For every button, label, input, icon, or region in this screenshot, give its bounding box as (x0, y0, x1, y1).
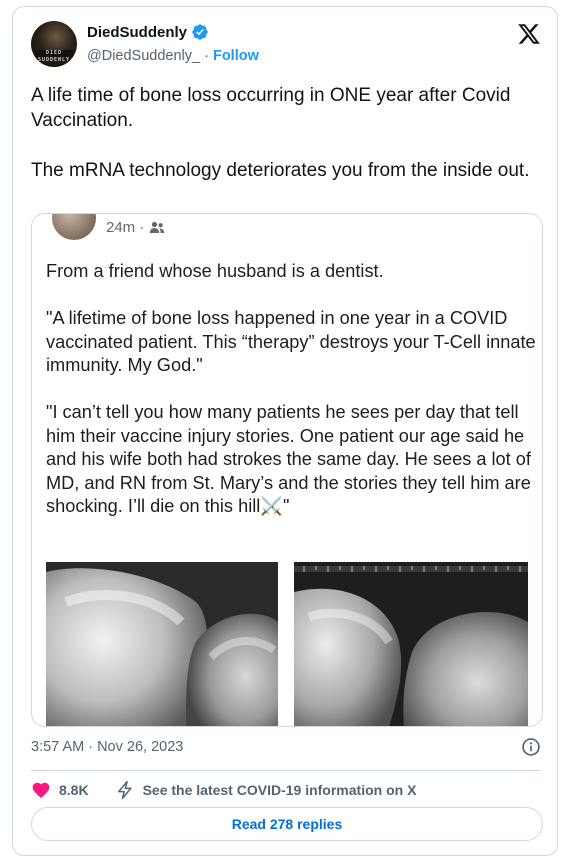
follow-separator: · (200, 48, 213, 64)
avatar-strip-text: DIED SUDDENLY (35, 50, 73, 63)
embedded-post-meta: 24m · (106, 219, 165, 236)
author-name[interactable]: DiedSuddenly (87, 24, 187, 41)
xray-image-right (294, 562, 528, 726)
embedded-post-avatar (52, 214, 96, 240)
embedded-post-text: From a friend whose husband is a dentist… (46, 261, 536, 516)
embedded-post-time: 24m · (106, 219, 145, 236)
verified-badge-icon (192, 24, 208, 40)
action-divider (31, 770, 541, 771)
heart-icon (32, 782, 50, 799)
tweet-timestamp[interactable]: 3:57 AM · Nov 26, 2023 (31, 739, 183, 755)
like-button[interactable]: 8.8K (31, 780, 89, 800)
tweet-card: DIED SUDDENLY DiedSuddenly @DiedSuddenly… (12, 6, 558, 856)
author-name-row: DiedSuddenly (87, 23, 209, 41)
covid-info-text: See the latest COVID-19 information on X (142, 782, 417, 798)
x-logo-icon[interactable] (517, 22, 541, 46)
author-handle-row: @DiedSuddenly_ · Follow (87, 48, 259, 64)
author-avatar[interactable]: DIED SUDDENLY (31, 21, 77, 67)
tweet-media-screenshot[interactable]: 24m · From a friend whose husband is a d… (31, 213, 543, 727)
xray-image-left (46, 562, 278, 726)
read-replies-button[interactable]: Read 278 replies (31, 807, 543, 841)
action-bar: 8.8K See the latest COVID-19 information… (31, 775, 416, 805)
covid-info-link[interactable]: See the latest COVID-19 information on X (115, 780, 417, 800)
follow-button[interactable]: Follow (213, 48, 259, 64)
tweet-text: A life time of bone loss occurring in ON… (31, 85, 530, 181)
lightning-icon (117, 780, 132, 800)
info-icon[interactable] (521, 737, 541, 757)
like-count: 8.8K (59, 782, 89, 798)
friends-icon (150, 221, 165, 233)
author-handle[interactable]: @DiedSuddenly_ (87, 48, 200, 64)
